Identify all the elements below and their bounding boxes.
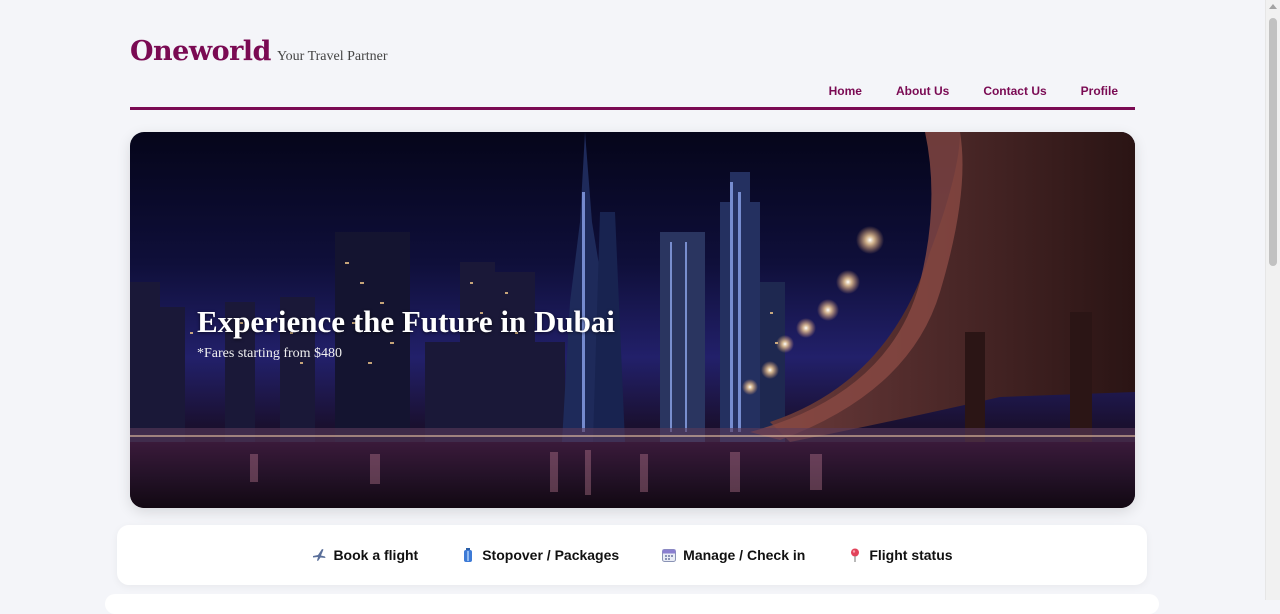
tab-flight-status[interactable]: Flight status: [847, 547, 953, 563]
booking-form-panel: [105, 594, 1159, 614]
tab-manage-checkin[interactable]: Manage / Check in: [661, 547, 805, 563]
nav-home-link[interactable]: Home: [812, 82, 879, 100]
booking-tabs: Book a flight Stopover / Packages Manage…: [117, 525, 1147, 585]
tab-label: Flight status: [869, 547, 953, 563]
nav-contact-link[interactable]: Contact Us: [966, 82, 1063, 100]
hero-title: Experience the Future in Dubai: [197, 304, 615, 339]
tab-label: Book a flight: [333, 547, 419, 563]
header-divider: [130, 107, 1135, 110]
page-scrollbar[interactable]: [1265, 0, 1280, 600]
hero-fare-note: *Fares starting from $480: [197, 346, 343, 361]
tab-label: Manage / Check in: [683, 547, 806, 563]
scroll-up-arrow-icon[interactable]: [1269, 4, 1277, 9]
tab-book-flight[interactable]: Book a flight: [311, 547, 418, 563]
brand: Oneworld Your Travel Partner: [130, 36, 388, 67]
tab-stopover-packages[interactable]: Stopover / Packages: [460, 547, 619, 563]
luggage-icon: [460, 547, 476, 563]
main-nav: Home About Us Contact Us Profile: [812, 82, 1135, 100]
pin-icon: [847, 547, 863, 563]
nav-about-link[interactable]: About Us: [879, 82, 966, 100]
tab-label: Stopover / Packages: [482, 547, 620, 563]
scrollbar-thumb[interactable]: [1269, 18, 1277, 266]
tagline: Your Travel Partner: [276, 49, 388, 64]
nav-profile-link[interactable]: Profile: [1064, 82, 1135, 100]
site-header: Oneworld Your Travel Partner Home About …: [130, 36, 1135, 112]
calendar-icon: [661, 547, 677, 563]
airplane-icon: [311, 547, 327, 563]
logo[interactable]: Oneworld: [130, 36, 271, 67]
hero-banner: Experience the Future in Dubai *Fares st…: [130, 132, 1135, 508]
